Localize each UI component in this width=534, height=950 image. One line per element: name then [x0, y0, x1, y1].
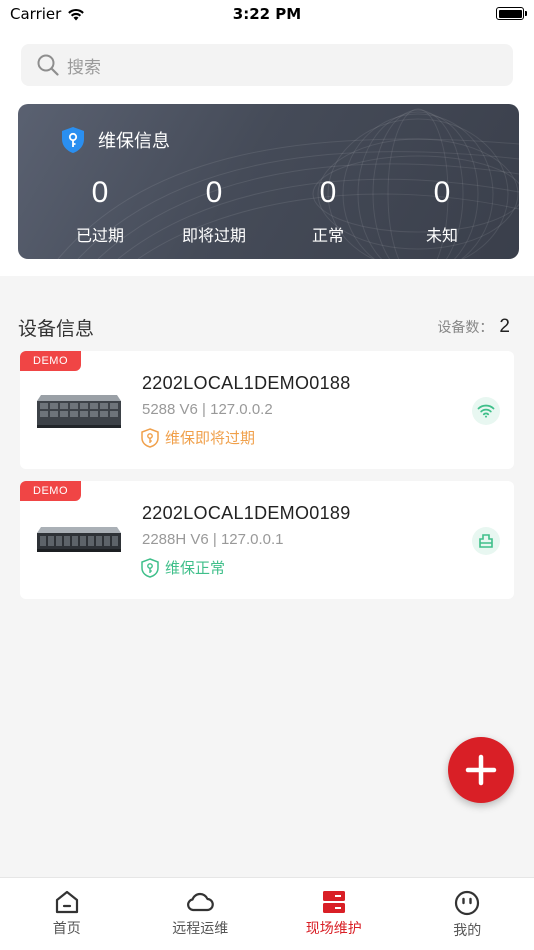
device-count: 设备数： 2 — [437, 316, 510, 338]
wifi-icon — [477, 404, 495, 418]
devices-section-header: 设备信息 设备数： 2 — [18, 314, 514, 342]
cloud-icon — [187, 892, 215, 912]
stat-value: 0 — [205, 176, 223, 209]
tab-onsite-maintenance[interactable]: 现场维护 — [267, 878, 401, 950]
profile-icon — [455, 890, 480, 916]
tab-label: 现场维护 — [305, 921, 362, 937]
tab-bar: 首页 远程运维 现场维护 我的 — [0, 877, 534, 950]
stat-expired[interactable]: 0 已过期 — [43, 176, 157, 246]
maintenance-card[interactable]: 维保信息 0 已过期 0 即将过期 0 正常 0 未知 — [18, 104, 519, 259]
maintenance-title-row: 维保信息 — [60, 126, 170, 154]
device-status: 维保即将过期 — [141, 427, 255, 448]
maintenance-title: 维保信息 — [98, 131, 170, 152]
tab-label: 首页 — [52, 921, 81, 937]
add-device-button[interactable] — [448, 737, 514, 803]
warranty-warning-icon — [141, 427, 159, 448]
stat-label: 已过期 — [75, 226, 124, 245]
maintenance-stats: 0 已过期 0 即将过期 0 正常 0 未知 — [18, 176, 519, 246]
battery-icon — [496, 7, 527, 20]
stat-value: 0 — [91, 176, 109, 209]
stat-expiring-soon[interactable]: 0 即将过期 — [157, 176, 271, 246]
device-status: 维保正常 — [141, 557, 225, 578]
device-name: 2202LOCAL1DEMO0188 — [142, 373, 351, 393]
search-input[interactable]: 搜索 — [21, 44, 513, 86]
server-image — [37, 527, 121, 552]
stat-normal[interactable]: 0 正常 — [271, 176, 385, 246]
tab-label: 远程运维 — [172, 921, 229, 937]
status-bar: Carrier 3:22 PM — [0, 0, 534, 30]
status-time: 3:22 PM — [232, 5, 302, 23]
stat-unknown[interactable]: 0 未知 — [385, 176, 499, 246]
stat-label: 即将过期 — [181, 226, 246, 245]
server-icon — [322, 891, 345, 913]
demo-badge: DEMO — [20, 481, 81, 501]
stat-label: 未知 — [425, 226, 458, 245]
plus-icon — [465, 754, 497, 786]
tab-remote-ops[interactable]: 远程运维 — [134, 878, 268, 950]
device-card[interactable]: DEMO 2202LOCAL1DEMO0188 5288 V6 | 127.0.… — [20, 351, 514, 469]
ethernet-icon — [479, 534, 493, 548]
search-placeholder: 搜索 — [67, 57, 101, 78]
device-card[interactable]: DEMO 2202LOCAL1DEMO0189 2288H V6 | 127.0… — [20, 481, 514, 599]
device-status-label: 维保即将过期 — [165, 429, 256, 447]
section-title: 设备信息 — [18, 318, 95, 340]
device-status-label: 维保正常 — [165, 559, 226, 577]
wifi-connection-button[interactable] — [472, 397, 500, 425]
demo-badge: DEMO — [20, 351, 81, 371]
home-icon — [55, 890, 78, 914]
tab-label: 我的 — [453, 923, 482, 939]
tab-profile[interactable]: 我的 — [401, 878, 534, 950]
search-icon — [37, 54, 59, 76]
stat-label: 正常 — [311, 226, 344, 245]
device-count-value: 2 — [499, 316, 510, 337]
device-count-label: 设备数： — [437, 320, 494, 336]
shield-icon — [62, 127, 84, 153]
device-model-ip: 5288 V6 | 127.0.0.2 — [142, 401, 273, 418]
device-model-ip: 2288H V6 | 127.0.0.1 — [142, 531, 284, 548]
warranty-ok-icon — [141, 557, 159, 578]
device-name: 2202LOCAL1DEMO0189 — [142, 503, 351, 523]
wired-connection-button[interactable] — [472, 527, 500, 555]
tab-home[interactable]: 首页 — [0, 878, 134, 950]
server-image — [37, 395, 121, 428]
stat-value: 0 — [319, 176, 337, 209]
stat-value: 0 — [433, 176, 451, 209]
